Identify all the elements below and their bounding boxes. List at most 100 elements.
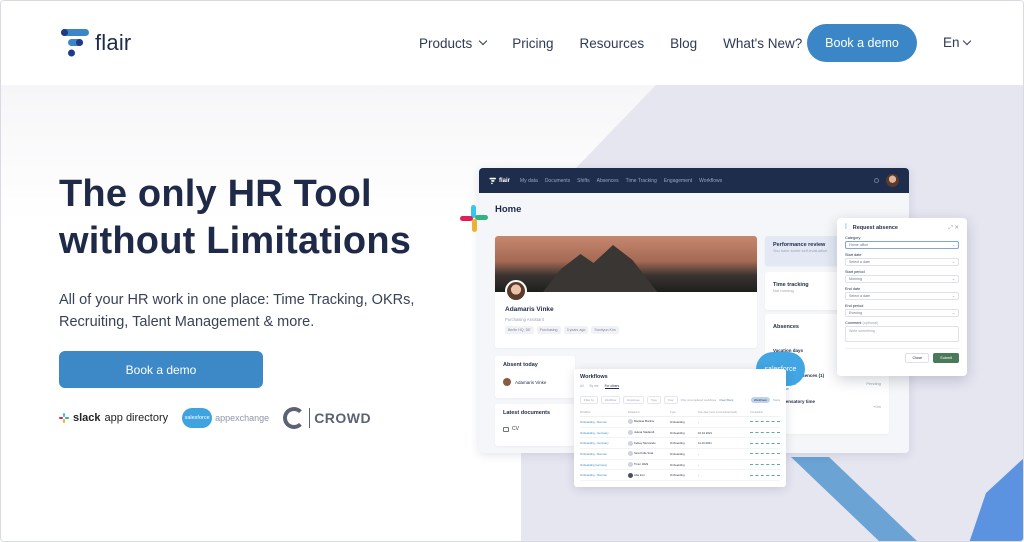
- filter-year[interactable]: Year: [663, 396, 678, 404]
- chevron-down-icon: ⌄: [951, 311, 955, 315]
- table-row[interactable]: Onboarding - Germany Kelsey Mercando Onboa…: [580, 438, 780, 450]
- chevron-down-icon: ⌄: [951, 294, 955, 298]
- app-nav-documents[interactable]: Documents: [545, 178, 570, 184]
- workflow-type: Onboarding: [670, 441, 685, 446]
- category-select[interactable]: Home office ⌄: [845, 241, 959, 249]
- tab-by-me[interactable]: By me: [590, 384, 599, 389]
- workflow-type: Onboarding: [670, 473, 685, 478]
- app-page-title: Home: [495, 204, 522, 215]
- flair-logo[interactable]: flair: [59, 27, 131, 59]
- filter-type[interactable]: Type: [646, 396, 661, 404]
- absence-status: Pending: [866, 381, 881, 386]
- tenure-tag: 3 years ago: [563, 326, 589, 334]
- nav-whats-new[interactable]: What's New?: [723, 36, 802, 51]
- app-nav-shifts[interactable]: Shifts: [577, 178, 590, 184]
- avatar: [628, 440, 633, 446]
- workflow-type: Onboarding: [670, 451, 685, 456]
- close-button[interactable]: Close: [905, 353, 930, 363]
- only-uncompleted-toggle[interactable]: Only uncompleted workflows: [681, 398, 717, 402]
- avatar: [628, 472, 633, 478]
- settings-icon[interactable]: [874, 178, 879, 183]
- app-nav-time-tracking[interactable]: Time Tracking: [626, 178, 657, 184]
- profile-avatar: [505, 280, 527, 302]
- submit-button[interactable]: Submit: [933, 353, 959, 363]
- document-item[interactable]: CV: [503, 426, 567, 432]
- avatar: [628, 451, 633, 457]
- due-date: -: [698, 473, 699, 478]
- workflow-name[interactable]: Onboarding - Germany: [580, 441, 628, 445]
- workflows-tabs: All By me For others: [580, 384, 780, 389]
- table-row[interactable]: Onboarding - Remote Aba Ireri Onboarding -: [580, 470, 780, 482]
- app-nav-engagement[interactable]: Engagement: [664, 178, 692, 184]
- table-row[interactable]: Onboarding Germany Timur Wahl Onboarding -: [580, 460, 780, 471]
- nav-pricing[interactable]: Pricing: [512, 36, 553, 51]
- avatar: [628, 419, 633, 425]
- clear-filters-link[interactable]: Clear filters: [719, 398, 733, 402]
- workflow-type: Onboarding: [670, 419, 685, 424]
- chevron-down-icon: [962, 36, 971, 45]
- start-date-label: Start date: [845, 253, 862, 257]
- comment-textarea[interactable]: Write something: [845, 326, 959, 342]
- filter-workflow[interactable]: Workflow: [600, 396, 621, 404]
- language-selector[interactable]: En: [943, 35, 971, 50]
- performance-review-text: You have some self-evaluation: [773, 248, 828, 253]
- app-nav-absences[interactable]: Absences: [597, 178, 619, 184]
- start-date-input[interactable]: Select a date ⌄: [845, 258, 959, 266]
- end-period-value: Evening: [849, 311, 862, 315]
- g2-crowd-badge[interactable]: CROWD: [283, 407, 371, 429]
- hero-title-line1: The only HR Tool: [59, 173, 372, 215]
- related-person: Jelena Stadandt: [628, 430, 670, 436]
- time-tracking-status: Not running: [773, 288, 794, 293]
- absent-person-name: Adamaris Vinke: [515, 379, 547, 385]
- column-header: Related to: [628, 411, 640, 414]
- workflow-name[interactable]: Onboarding Germany: [580, 463, 628, 467]
- filter-employee[interactable]: Employee: [623, 396, 644, 404]
- table-row[interactable]: Onboarding - Germany Jelena Stadandt Onboa…: [580, 428, 780, 439]
- hero-book-demo-button[interactable]: Book a demo: [59, 351, 263, 388]
- user-avatar[interactable]: [886, 174, 899, 187]
- end-period-select[interactable]: Evening ⌄: [845, 309, 959, 317]
- end-period-label: End period: [845, 304, 864, 308]
- comment-label: Comment (optional): [845, 321, 959, 325]
- tab-all[interactable]: All: [580, 384, 584, 389]
- salesforce-appexchange-badge[interactable]: salesforce appexchange: [182, 408, 269, 428]
- workflows-toggle[interactable]: Workflows: [750, 397, 770, 403]
- nav-blog[interactable]: Blog: [670, 36, 697, 51]
- start-period-select[interactable]: Morning ⌄: [845, 275, 959, 283]
- nav-products[interactable]: Products: [419, 36, 488, 51]
- chevron-down-icon: ⌄: [951, 277, 955, 281]
- profile-name: Adamaris Vinke: [505, 306, 554, 313]
- table-row[interactable]: Onboarding - Remote Mariana Martins Onboar…: [580, 417, 780, 428]
- overview-link[interactable]: overview: [773, 386, 881, 391]
- close-icon[interactable]: ⤢ ✕: [948, 225, 959, 232]
- due-date: 10.10.2021: [698, 430, 712, 435]
- nav-resources[interactable]: Resources: [580, 36, 645, 51]
- g2-crowd-text: CROWD: [314, 410, 372, 426]
- related-person: Timur Wahl: [628, 462, 670, 468]
- workflows-panel: Workflows All By me For others Filter by…: [574, 369, 786, 487]
- app-nav-my-data[interactable]: My data: [520, 178, 538, 184]
- workflow-type: Onboarding: [670, 462, 685, 467]
- location-tag: Berlin HQ, DE: [505, 326, 534, 334]
- header-book-demo-button[interactable]: Book a demo: [807, 24, 917, 62]
- profile-role: Purchasing Assistant: [505, 317, 544, 322]
- start-period-value: Morning: [849, 277, 862, 281]
- tab-for-others[interactable]: For others: [604, 384, 620, 389]
- performance-review-card[interactable]: Performance review You have some self-ev…: [765, 236, 845, 266]
- top-navigation: flair Products Pricing Resources Blog Wh…: [1, 1, 1023, 85]
- tasks-toggle[interactable]: Tasks: [773, 398, 780, 402]
- workflow-name[interactable]: Onboarding - Remote: [580, 452, 628, 456]
- workflow-name[interactable]: Onboarding - Remote: [580, 473, 628, 477]
- end-date-placeholder: Select a date: [849, 294, 870, 298]
- table-row[interactable]: Onboarding - Remote Sina Kolle Sota Onboar…: [580, 449, 780, 460]
- start-period-label: Start period: [845, 270, 865, 274]
- slack-app-directory-badge[interactable]: slack app directory: [59, 412, 168, 424]
- filter-by[interactable]: Filter by: [580, 396, 598, 404]
- workflow-name[interactable]: Onboarding - Germany: [580, 431, 628, 435]
- slack-wordmark: slack: [73, 412, 101, 424]
- end-date-input[interactable]: Select a date ⌄: [845, 292, 959, 300]
- appexchange-text: appexchange: [215, 413, 270, 423]
- modal-title: Request absence: [852, 225, 898, 231]
- app-nav-workflows[interactable]: Workflows: [699, 178, 722, 184]
- workflow-name[interactable]: Onboarding - Remote: [580, 420, 628, 424]
